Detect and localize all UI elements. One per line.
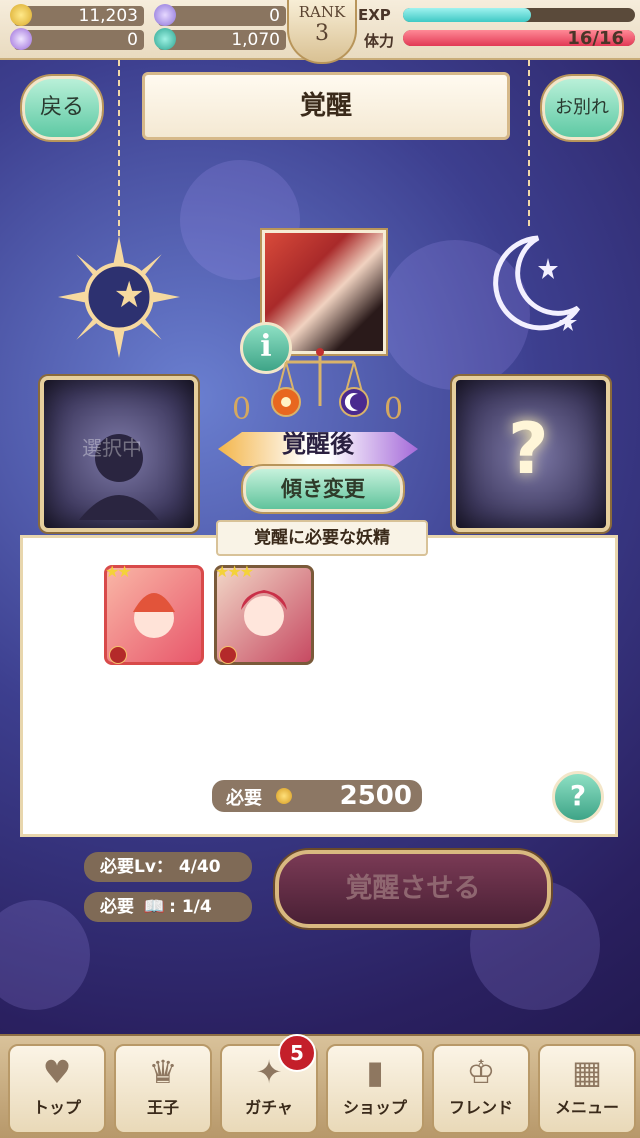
nav-prince[interactable]: ♛ 王子 [114,1044,212,1134]
heart-icon: ♥ [42,1053,72,1091]
chain-decoration [118,60,120,240]
balance-scale-icon [271,348,369,417]
exp-label: EXP [358,6,391,24]
gem-icon [10,28,32,50]
book-icon: 📖 [143,897,166,917]
cost-label: 必要 [226,788,262,809]
after-awakening-label: 覚醒後 [282,430,354,458]
help-button[interactable]: ? [552,771,604,823]
fairy-portrait-icon [133,593,175,638]
sun-count: 0 [232,392,252,427]
rarity-stars: ★★★ [215,562,254,581]
item-counter: 0 [154,4,286,26]
nav-menu[interactable]: ▦ メニュー [538,1044,636,1134]
shop-icon: ▮ [366,1053,384,1091]
nav-friend[interactable]: ♔ フレンド [432,1044,530,1134]
page-title: 覚醒 [142,72,510,140]
required-story: 必要 📖: 1/4 [84,892,252,922]
sun-icon [58,236,180,358]
chain-decoration [528,60,530,230]
fairy-point-counter: 1,070 [154,28,286,50]
selecting-label: 選択中 [82,436,142,460]
unknown-icon: ? [508,408,549,490]
status-bar: 11,203 0 0 1,070 RANK 3 EXP 体力 16/16 [0,0,640,64]
rank-emblem: RANK 3 [287,0,357,64]
back-button[interactable]: 戻る [22,76,102,140]
exp-bar-fill [403,8,531,22]
gold-coin-icon [276,788,292,804]
tiara-icon: ♔ [466,1053,496,1091]
rank-value: 3 [315,21,329,46]
selected-prince-card[interactable]: 選択中 [40,376,198,532]
farewell-button[interactable]: お別れ [542,76,622,140]
rank-label: RANK [298,3,346,21]
required-level: 必要Lv： 4/40 [84,852,252,882]
bokeh-decoration [0,900,90,1010]
fairy-point-icon [154,28,176,50]
gacha-notification-badge: 5 [278,1034,316,1072]
fairy-card[interactable]: ★★ [104,562,204,665]
moon-count: 0 [384,392,404,427]
grid-icon: ▦ [571,1053,603,1091]
fire-element-icon [219,646,237,664]
fairy-panel-title: 覚醒に必要な妖精 [216,520,428,556]
gold-counter: 11,203 [10,4,144,26]
gem-counter: 0 [10,28,144,50]
moon-icon [493,235,581,331]
fire-element-icon [109,646,127,664]
feather-icon [154,4,176,26]
crown-icon: ♛ [148,1053,178,1091]
fairy-portrait-icon [241,590,287,636]
nav-shop[interactable]: ▮ ショップ [326,1044,424,1134]
cost-value: 2500 [339,781,412,811]
hp-label: 体力 [364,32,395,50]
exp-bar [403,8,635,22]
hp-value: 16/16 [567,28,624,49]
nav-top[interactable]: ♥ トップ [8,1044,106,1134]
gold-coin-icon [10,4,32,26]
fairy-card[interactable]: ★★★ [214,562,314,665]
result-card: ? [452,376,610,532]
awaken-button[interactable]: 覚醒させる [275,850,551,928]
bottom-navigation: ♥ トップ ♛ 王子 ✦ ガチャ ▮ ショップ ♔ フレンド ▦ メニュー [0,1034,640,1138]
change-tendency-button[interactable]: 傾き変更 [243,466,403,512]
rarity-stars: ★★ [105,562,132,581]
